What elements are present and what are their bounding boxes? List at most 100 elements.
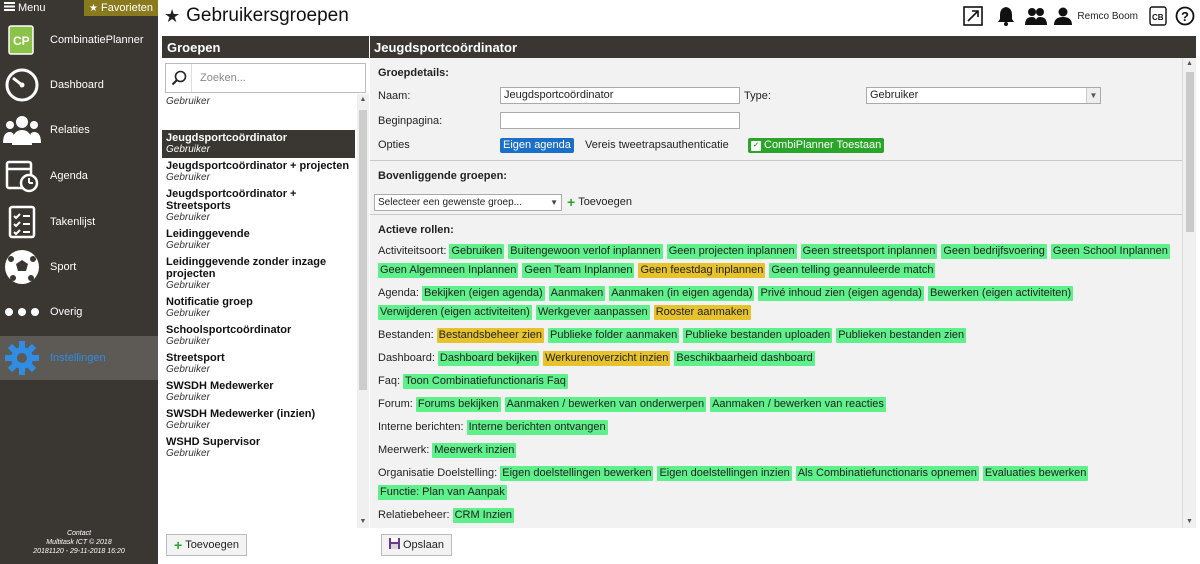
role-tag[interactable]: Eigen doelstellingen bewerken [500, 466, 654, 481]
list-item[interactable]: SWSDH Medewerker (inzien) Gebruiker [162, 406, 355, 434]
role-tag[interactable]: Geen bedrijfsvoering [941, 244, 1047, 259]
list-item[interactable]: Leidinggevende zonder inzage projecten G… [162, 254, 355, 294]
role-tag[interactable]: Publieke bestanden uploaden [683, 328, 833, 343]
list-item[interactable]: Leidinggevende Gebruiker [162, 226, 355, 254]
list-item-partial[interactable]: Gebruiker [162, 94, 355, 130]
plus-icon: + [174, 536, 183, 553]
role-tag[interactable]: Aanmaken [548, 286, 606, 301]
scroll-down-icon[interactable]: ▼ [357, 516, 369, 528]
role-tag[interactable]: Rooster aanmaken [653, 305, 751, 320]
sidebar-item-instellingen[interactable]: Instellingen [0, 336, 158, 380]
sidebar-item-dashboard[interactable]: Dashboard [0, 63, 158, 107]
list-item[interactable]: Schoolsportcoördinator Gebruiker [162, 322, 355, 350]
list-item[interactable]: SWSDH Medewerker Gebruiker [162, 378, 355, 406]
role-tag[interactable]: Verwijderen (eigen activiteiten) [378, 305, 532, 320]
groups-scrollbar[interactable]: ▲ ▼ [357, 94, 369, 528]
role-tag[interactable]: Privé inhoud zien (eigen agenda) [758, 286, 924, 301]
role-tag[interactable]: CRM Inzien [452, 508, 515, 523]
list-item[interactable]: Streetsport Gebruiker [162, 350, 355, 378]
sidebar-item-sport[interactable]: Sport [0, 245, 158, 289]
cb-badge-icon[interactable]: CB [1146, 0, 1170, 32]
role-tag[interactable]: Geen feestdag inplannen [638, 263, 766, 278]
contact-link[interactable]: Contact [0, 529, 158, 538]
role-tag[interactable]: Geen telling geannuleerde match [769, 263, 936, 278]
role-tag[interactable]: Geen School Inplannen [1050, 244, 1170, 259]
role-tag[interactable]: Geen projecten inplannen [666, 244, 797, 259]
expand-icon[interactable] [955, 0, 991, 32]
role-tag[interactable]: Eigen doelstellingen inzien [657, 466, 792, 481]
group-name: Streetsport [166, 352, 225, 364]
role-tag[interactable]: Publieke folder aanmaken [548, 328, 680, 343]
role-tag[interactable]: Interne berichten ontvangen [466, 420, 608, 435]
save-button[interactable]: Opslaan [381, 534, 452, 556]
sidebar-item-agenda[interactable]: Agenda [0, 154, 158, 198]
role-tag[interactable]: Evaluaties bewerken [982, 466, 1089, 481]
role-tag[interactable]: Aanmaken / bewerken van onderwerpen [504, 397, 707, 412]
role-tag[interactable]: Forums bekijken [415, 397, 501, 412]
sidebar-item-takenlijst[interactable]: Takenlijst [0, 200, 158, 244]
user-name[interactable]: Remco Boom [1077, 11, 1138, 22]
people-icon [0, 108, 44, 152]
user-icon[interactable] [1051, 0, 1075, 32]
scroll-down-icon[interactable]: ▼ [1183, 516, 1196, 528]
two-factor-option[interactable]: Vereis tweetrapsauthenticatie [585, 139, 729, 151]
group-type: Gebruiker [166, 96, 210, 107]
scroll-up-icon[interactable]: ▲ [357, 94, 369, 106]
group-type: Gebruiker [166, 392, 210, 403]
sidebar-item-overig[interactable]: Overig [0, 290, 158, 334]
scroll-thumb[interactable] [359, 110, 367, 390]
list-item[interactable]: WSHD Supervisor Gebruiker [162, 434, 355, 462]
favorites-button[interactable]: ★ Favorieten [84, 0, 158, 16]
role-tag[interactable]: Werkurenoverzicht inzien [543, 351, 671, 366]
startpage-field[interactable] [500, 112, 740, 129]
scroll-up-icon[interactable]: ▲ [1183, 58, 1196, 70]
sidebar-item-relaties[interactable]: Relaties [0, 108, 158, 152]
role-tag[interactable]: Bestandsbeheer zien [436, 328, 545, 343]
list-item[interactable]: Jeugdsportcoördinator + projecten Gebrui… [162, 158, 355, 186]
own-agenda-badge[interactable]: Eigen agenda [500, 138, 574, 153]
role-tag[interactable]: Geen streetsport inplannen [800, 244, 938, 259]
search-input[interactable]: Zoeken... [200, 72, 246, 84]
type-select[interactable]: Gebruiker ▼ [866, 87, 1101, 104]
scroll-thumb[interactable] [1186, 72, 1194, 232]
role-tag[interactable]: Als Combinatiefunctionaris opnemen [795, 466, 979, 481]
floppy-disk-icon [389, 538, 400, 552]
group-name: Leidinggevende [166, 228, 250, 240]
chevron-down-icon: ▼ [1086, 88, 1100, 103]
name-field[interactable]: Jeugdsportcoördinator [500, 87, 740, 104]
menu-button[interactable]: Menu [0, 2, 46, 14]
add-group-button[interactable]: + Toevoegen [166, 534, 248, 556]
role-tag[interactable]: Geen Algemneen Inplannen [378, 263, 519, 278]
cp-allow-badge[interactable]: ✓ CombiPlanner Toestaan [748, 138, 885, 153]
role-tag[interactable]: Geen Team Inplannen [522, 263, 635, 278]
favorite-star-icon[interactable]: ★ [164, 6, 180, 27]
header-toolbar: Remco Boom CB ? [955, 0, 1200, 32]
bell-icon[interactable] [991, 0, 1021, 32]
name-label: Naam: [378, 90, 411, 102]
help-icon[interactable]: ? [1170, 0, 1200, 32]
role-tag[interactable]: Beschikbaarheid dashboard [674, 351, 815, 366]
role-tag[interactable]: Aanmaken / bewerken van reacties [710, 397, 886, 412]
parent-group-select[interactable]: Selecteer een gewenste groep... ▼ [374, 194, 562, 211]
role-tag[interactable]: Functie: Plan van Aanpak [378, 485, 507, 500]
user-switch-icon[interactable] [1021, 0, 1051, 32]
list-item[interactable]: Jeugdsportcoördinator + Streetsports Geb… [162, 186, 355, 226]
role-tag[interactable]: Meerwerk inzien [432, 443, 517, 458]
role-tag[interactable]: Dashboard bekijken [437, 351, 540, 366]
role-tag[interactable]: Bekijken (eigen agenda) [421, 286, 545, 301]
type-select-value: Gebruiker [870, 89, 919, 101]
role-tag[interactable]: Publieken bestanden zien [836, 328, 967, 343]
list-item[interactable]: Notificatie groep Gebruiker [162, 294, 355, 322]
role-tag[interactable]: Gebruiken [449, 244, 505, 259]
add-parent-button[interactable]: + Toevoegen [567, 195, 632, 209]
list-item[interactable]: Jeugdsportcoördinator Gebruiker [162, 130, 355, 158]
role-tag[interactable]: Werkgever aanpassen [535, 305, 650, 320]
favorites-label: Favorieten [101, 2, 153, 14]
role-tag[interactable]: Bewerken (eigen activiteiten) [927, 286, 1074, 301]
sidebar-item-combinatieplanner[interactable]: CP CombinatiePlanner [0, 18, 158, 62]
search-box[interactable]: Zoeken... [165, 63, 366, 93]
role-tag[interactable]: Buitengewoon verlof inplannen [508, 244, 663, 259]
role-tag[interactable]: Toon Combinatiefunctionaris Faq [403, 374, 568, 389]
detail-scrollbar[interactable]: ▲ ▼ [1182, 58, 1196, 528]
role-tag[interactable]: Aanmaken (in eigen agenda) [609, 286, 755, 301]
